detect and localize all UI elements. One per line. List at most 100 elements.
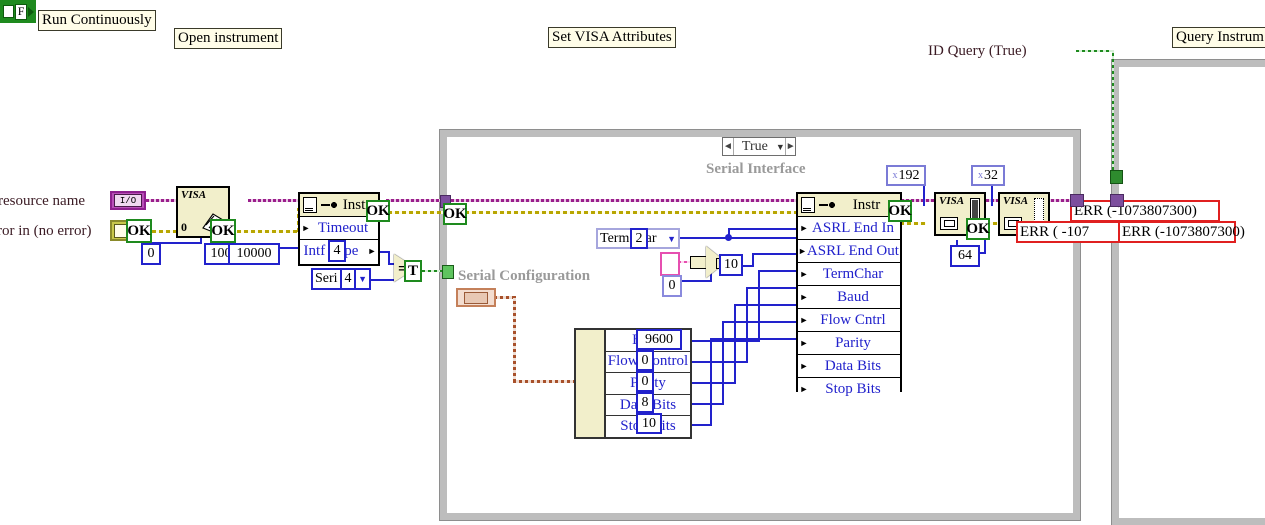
wire-parity-in — [734, 304, 796, 306]
constant-boolean-id-query[interactable]: F — [0, 0, 36, 23]
input-arrow-icon: ► — [799, 292, 809, 302]
property-row-stop-bits-label: Stop Bits — [825, 380, 881, 397]
unbundle-tab — [576, 330, 606, 437]
input-arrow-icon: ► — [799, 384, 809, 394]
wire-error-2 — [237, 230, 299, 233]
visa-read-icon-text: VISA — [1003, 195, 1029, 207]
terminal-serial-configuration[interactable] — [456, 288, 496, 307]
property-row-baud[interactable]: ► Baud — [798, 286, 900, 309]
constant-intf-type-value[interactable]: 4 — [328, 240, 346, 262]
wire-termchar-enum — [680, 237, 730, 239]
document-icon — [801, 197, 815, 213]
property-row-termchar[interactable]: ► TermChar — [798, 263, 900, 286]
case-selected-value: True — [741, 138, 768, 154]
property-row-baud-label: Baud — [837, 288, 869, 305]
compare-result-true: T — [404, 260, 422, 282]
document-icon — [303, 197, 317, 213]
status-case-tunnel-ok: OK — [443, 203, 467, 225]
tunnel-error-in-query[interactable] — [1110, 194, 1124, 207]
input-arrow-icon: ► — [799, 338, 809, 348]
case-prev-arrow[interactable]: ◄ — [723, 138, 734, 155]
wire-plug-icon — [819, 201, 835, 209]
property-node-serial-header: Instr — [798, 194, 900, 217]
constant-hex-32-value: 32 — [984, 167, 998, 183]
structure-query-body — [1119, 67, 1265, 518]
constant-termchar-enum-text: TermChar — [600, 230, 657, 246]
wire-cluster-3 — [513, 380, 577, 383]
value-flow-control: 0 — [636, 350, 654, 371]
label-query-instrument: Query Instrum — [1172, 27, 1265, 48]
label-serial-interface: Serial Interface — [706, 161, 806, 177]
terminal-resource-name[interactable]: I/O — [110, 191, 146, 210]
chevron-down-icon[interactable]: ▼ — [664, 234, 676, 244]
property-row-asrl-end-out-label: ASRL End Out — [806, 242, 899, 259]
input-arrow-icon: ► — [301, 223, 311, 233]
tunnel-case-selector[interactable] — [442, 265, 454, 279]
label-serial-configuration: Serial Configuration — [458, 268, 591, 284]
constant-byte-count-64[interactable]: 64 — [950, 245, 980, 267]
case-next-arrow[interactable]: ► — [784, 138, 796, 155]
property-row-flow-cntrl-label: Flow Cntrl — [820, 311, 886, 328]
constant-boolean-value: F — [15, 3, 27, 20]
constant-hex-192[interactable]: x 192 — [886, 165, 926, 186]
status-property-node-ok: OK — [366, 200, 390, 222]
boolean-box-icon — [3, 5, 15, 18]
tunnel-error-out-case[interactable] — [1070, 194, 1084, 207]
structure-query-instrument[interactable] — [1112, 60, 1265, 525]
constant-timeout-zero[interactable]: 0 — [141, 243, 161, 265]
constant-10000[interactable]: 10000 — [228, 243, 280, 265]
chevron-down-icon[interactable]: ▼ — [355, 274, 367, 284]
property-row-stop-bits[interactable]: ► Stop Bits — [798, 378, 900, 400]
wire-baud — [688, 340, 760, 342]
property-row-asrl-end-in[interactable]: ► ASRL End In — [798, 217, 900, 240]
wire-plug-icon — [321, 201, 337, 209]
property-row-timeout-label: Timeout — [317, 219, 369, 236]
constant-termchar-value[interactable]: 2 — [630, 228, 648, 249]
property-node-serial[interactable]: Instr ► ASRL End In ► ASRL End Out ► Ter… — [796, 192, 902, 400]
status-err-3: ERR (-1073807300) — [1118, 221, 1245, 243]
status-error-in-ok: OK — [126, 219, 152, 243]
property-row-parity-label: Parity — [835, 334, 871, 351]
constant-termchar-10[interactable]: 10 — [719, 254, 743, 276]
status-visa-open-ok: OK — [210, 219, 236, 243]
boolean-output-arrow-icon — [28, 6, 34, 17]
wire-flow-in — [746, 287, 796, 289]
read-write-icon — [940, 217, 958, 230]
terminal-label-error-in: rror in (no error) — [0, 223, 92, 239]
hex-radix-prefix: x — [892, 169, 898, 181]
wire-idquery-h — [1076, 50, 1114, 52]
case-structure-serial-interface[interactable] — [440, 130, 1080, 520]
property-row-data-bits[interactable]: ► Data Bits — [798, 355, 900, 378]
case-selector-serial[interactable]: ◄ True ▼ ► — [722, 137, 796, 156]
wire-databits-v — [722, 321, 724, 405]
value-stop-bits: 10 — [636, 413, 662, 434]
property-row-parity[interactable]: ► Parity — [798, 332, 900, 355]
constant-serial-enum-text: Seri — [315, 271, 338, 286]
constant-serial-enum-value[interactable]: 4 — [340, 268, 356, 290]
visa-open-icon-badge: 0 — [181, 220, 187, 234]
constant-hex-32[interactable]: x 32 — [971, 165, 1005, 186]
input-arrow-icon: ► — [799, 223, 809, 233]
wire-visa-resource-2 — [248, 199, 300, 202]
value-parity: 0 — [636, 371, 654, 392]
status-err-1: ERR (-1073807300) — [1070, 200, 1220, 222]
wire-stopbits-in — [710, 338, 796, 340]
tunnel-id-query-bool[interactable] — [1110, 170, 1123, 184]
constant-termchar-zero[interactable]: 0 — [662, 275, 682, 297]
wire-flow-v — [746, 287, 748, 363]
property-row-termchar-label: TermChar — [822, 265, 884, 282]
status-set-attr-ok: OK — [888, 200, 912, 222]
output-arrow-icon: ► — [367, 246, 377, 256]
property-row-flow-cntrl[interactable]: ► Flow Cntrl — [798, 309, 900, 332]
wire-zero-to-concat — [682, 280, 712, 282]
property-row-asrl-end-out[interactable]: ► ASRL End Out — [798, 240, 900, 263]
wire-databits-in — [722, 321, 796, 323]
wire-ten-to-termchar — [752, 253, 796, 255]
constant-string-empty[interactable] — [660, 252, 680, 276]
wire-parity-v — [734, 304, 736, 384]
cluster-icon — [464, 291, 488, 304]
terminal-resource-name-type: I/O — [114, 194, 142, 207]
wire-baud-in — [758, 270, 796, 272]
chevron-down-icon[interactable]: ▼ — [776, 142, 785, 152]
input-arrow-icon: ► — [798, 246, 807, 256]
